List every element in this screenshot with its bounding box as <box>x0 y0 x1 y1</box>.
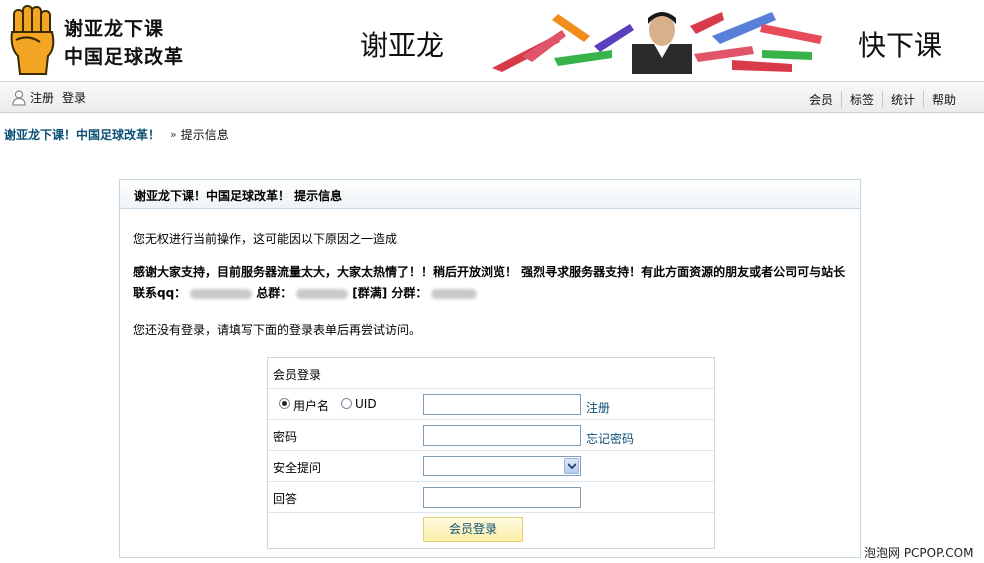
breadcrumb-current: 提示信息 <box>180 128 229 142</box>
redacted-qq <box>190 288 253 299</box>
banner-right-text: 快下课 <box>858 29 943 62</box>
security-question-select[interactable] <box>423 456 581 476</box>
group-label: 总群： <box>256 286 293 300</box>
site-logo[interactable]: 谢亚龙下课 中国足球改革 <box>4 4 194 76</box>
login-title-row: 会员登录 <box>268 358 714 389</box>
uid-radio[interactable] <box>341 398 352 409</box>
server-notice: 感谢大家支持，目前服务器流量太大，大家太热情了！！稍后开放浏览！ 强烈寻求服务器… <box>133 262 849 304</box>
username-radio[interactable] <box>279 398 290 409</box>
username-row: 用户名 UID 注册 <box>268 389 714 420</box>
logo-line-2: 中国足球改革 <box>64 46 185 68</box>
user-icon <box>12 90 26 105</box>
breadcrumb-separator: » <box>170 128 177 141</box>
message-box: 谢亚龙下课！中国足球改革！ 提示信息 您无权进行当前操作，这可能因以下原因之一造… <box>119 179 861 558</box>
login-link[interactable]: 登录 <box>62 89 86 106</box>
top-nav-bar: 注册 登录 会员 标签 统计 帮助 <box>0 81 984 113</box>
redacted-subgroup-number <box>431 288 478 299</box>
banner-left-text: 谢亚龙 <box>360 29 445 62</box>
message-box-title: 谢亚龙下课！中国足球改革！ 提示信息 <box>120 180 860 209</box>
logo-line-1: 谢亚龙下课 <box>64 18 165 40</box>
login-submit-button[interactable]: 会员登录 <box>423 517 523 542</box>
redacted-group-number <box>296 288 349 299</box>
username-radio-label[interactable]: 用户名 <box>293 397 329 414</box>
watermark: 泡泡网 PCPOP.COM <box>864 546 974 560</box>
nav-help-link[interactable]: 帮助 <box>922 91 964 108</box>
username-input[interactable] <box>423 394 581 415</box>
pointing-hands-graphic <box>492 12 822 74</box>
answer-input[interactable] <box>423 487 581 508</box>
permission-message: 您无权进行当前操作，这可能因以下原因之一造成 <box>133 232 398 246</box>
register-link[interactable]: 注册 <box>30 89 54 106</box>
nav-members-link[interactable]: 会员 <box>801 91 841 108</box>
password-row: 密码 忘记密码 <box>268 420 714 451</box>
nav-right-group: 会员 标签 统计 帮助 <box>801 91 964 108</box>
nav-stats-link[interactable]: 统计 <box>881 91 923 108</box>
fist-icon <box>10 5 55 75</box>
uid-radio-label[interactable]: UID <box>355 397 377 411</box>
breadcrumb: 谢亚龙下课！中国足球改革！ » 提示信息 <box>4 126 229 143</box>
site-banner: 谢亚龙下课 中国足球改革 谢亚龙 快下课 <box>0 0 984 80</box>
password-input[interactable] <box>423 425 581 446</box>
nav-left-group: 注册 登录 <box>12 89 86 106</box>
answer-row: 回答 <box>268 482 714 513</box>
login-prompt: 您还没有登录，请填写下面的登录表单后再尝试访问。 <box>133 323 422 337</box>
login-form: 会员登录 用户名 UID 注册 密码 忘记密码 安全提问 回答 会员登录 <box>267 357 715 549</box>
forgot-password-link[interactable]: 忘记密码 <box>586 430 634 447</box>
full-group-label: [群满] 分群： <box>352 286 428 300</box>
page: 谢亚龙下课 中国足球改革 谢亚龙 快下课 注册 登录 会员 标签 统计 帮助 谢… <box>0 0 984 563</box>
password-label: 密码 <box>273 430 298 444</box>
login-form-title: 会员登录 <box>273 368 322 382</box>
security-question-row: 安全提问 <box>268 451 714 482</box>
register-form-link[interactable]: 注册 <box>586 399 610 416</box>
security-question-label: 安全提问 <box>273 461 322 475</box>
answer-label: 回答 <box>273 492 298 506</box>
nav-tags-link[interactable]: 标签 <box>840 91 882 108</box>
breadcrumb-home-link[interactable]: 谢亚龙下课！中国足球改革！ <box>4 126 160 143</box>
chevron-down-icon[interactable] <box>564 458 579 474</box>
